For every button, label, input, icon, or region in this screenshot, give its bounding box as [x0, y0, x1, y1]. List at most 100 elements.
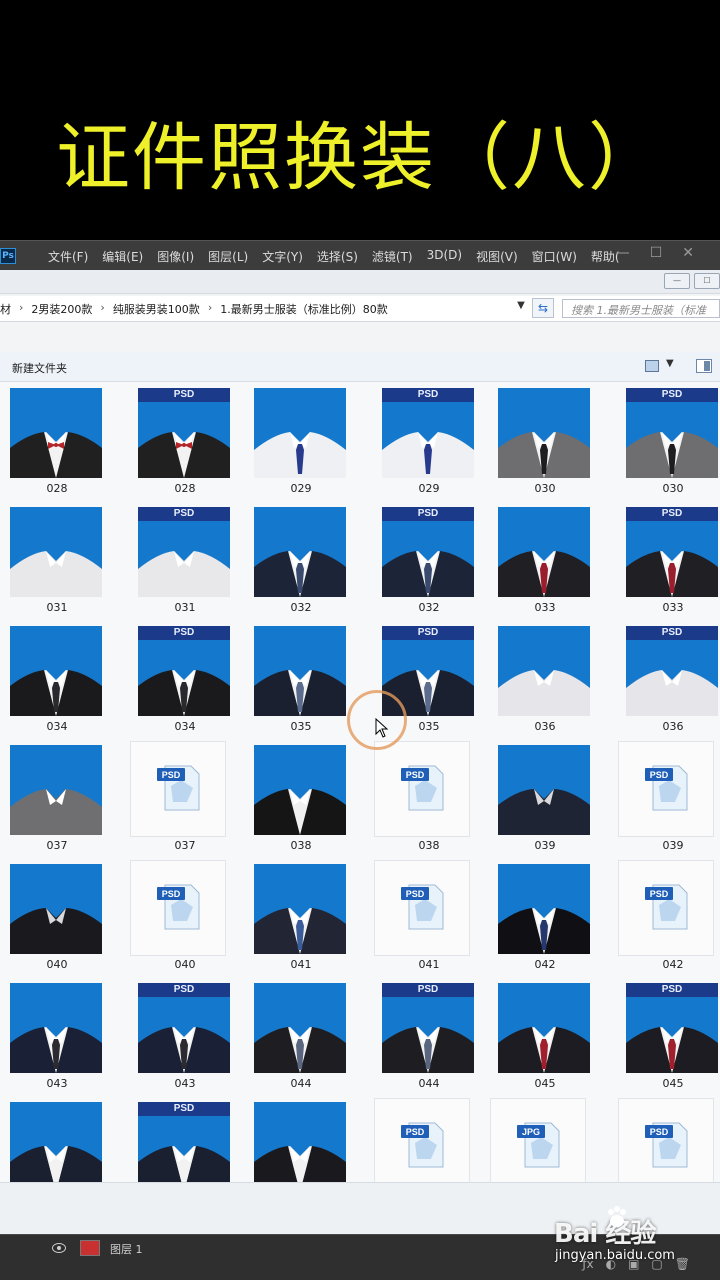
eye-icon[interactable]: [52, 1243, 66, 1253]
menu-item[interactable]: 文字(Y): [262, 248, 303, 265]
file-item[interactable]: PSD 037: [130, 741, 240, 859]
file-thumbnail: PSD: [382, 507, 474, 597]
breadcrumb-item[interactable]: 纯服装男装100款: [113, 301, 200, 317]
file-item[interactable]: PSD 036: [618, 622, 720, 740]
breadcrumb-item[interactable]: 材: [0, 301, 11, 317]
file-thumbnail: PSD: [138, 507, 230, 597]
file-item[interactable]: [246, 1098, 356, 1182]
menu-item[interactable]: 编辑(E): [102, 248, 143, 265]
file-item[interactable]: 044: [246, 979, 356, 1097]
suit-illustration: [498, 670, 590, 716]
breadcrumb-item[interactable]: 1.最新男士服装（标准比例）80款: [220, 301, 388, 317]
menu-item[interactable]: 图层(L): [208, 248, 248, 265]
file-name: 031: [46, 601, 68, 614]
mouse-cursor-icon: [375, 718, 389, 738]
chevron-down-icon[interactable]: ▼: [666, 358, 674, 369]
file-item[interactable]: 033: [490, 503, 600, 621]
refresh-button[interactable]: ⇆: [532, 298, 554, 318]
menu-item[interactable]: 图像(I): [157, 248, 194, 265]
file-name: 042: [534, 958, 556, 971]
file-item[interactable]: PSD: [618, 1098, 720, 1182]
breadcrumb-separator-icon[interactable]: ›: [19, 301, 23, 317]
psd-badge: PSD: [626, 626, 718, 640]
file-item[interactable]: 031: [2, 503, 112, 621]
menu-item[interactable]: 窗口(W): [532, 248, 577, 265]
file-item[interactable]: [2, 1098, 112, 1182]
file-thumbnail: [254, 507, 346, 597]
file-item[interactable]: PSD 045: [618, 979, 720, 1097]
file-thumbnail: [10, 388, 102, 478]
file-item[interactable]: 034: [2, 622, 112, 740]
file-item[interactable]: PSD: [130, 1098, 240, 1182]
file-item[interactable]: PSD 043: [130, 979, 240, 1097]
maximize-button[interactable]: ☐: [694, 273, 720, 289]
file-item[interactable]: PSD 041: [374, 860, 484, 978]
file-item[interactable]: 040: [2, 860, 112, 978]
file-item[interactable]: JPG: [490, 1098, 600, 1182]
suit-illustration: [254, 1146, 346, 1182]
file-item[interactable]: PSD 034: [130, 622, 240, 740]
file-item[interactable]: 037: [2, 741, 112, 859]
file-item[interactable]: 039: [490, 741, 600, 859]
layer-name[interactable]: 图层 1: [110, 1241, 143, 1257]
menu-item[interactable]: 滤镜(T): [372, 248, 413, 265]
menu-item[interactable]: 文件(F): [48, 248, 88, 265]
file-item[interactable]: 030: [490, 384, 600, 502]
file-thumbnail: [254, 1102, 346, 1182]
psd-badge: PSD: [382, 388, 474, 402]
suit-illustration: [254, 908, 346, 954]
maximize-icon[interactable]: ☐: [650, 245, 663, 261]
file-item[interactable]: 032: [246, 503, 356, 621]
svg-text:PSD: PSD: [162, 889, 181, 899]
address-bar[interactable]: 材 › 2男装200款 › 纯服装男装100款 › 1.最新男士服装（标准比例）80款 ▼ …: [0, 296, 720, 322]
file-name: 043: [174, 1077, 196, 1090]
file-item[interactable]: PSD 038: [374, 741, 484, 859]
file-item[interactable]: 038: [246, 741, 356, 859]
breadcrumb-item[interactable]: 2男装200款: [31, 301, 92, 317]
minimize-icon[interactable]: —: [616, 245, 630, 261]
layer-tool-icon[interactable]: 🗑: [675, 1257, 690, 1271]
file-thumbnail: PSD: [626, 626, 718, 716]
view-options-icon[interactable]: [645, 360, 659, 372]
chevron-down-icon[interactable]: ▼: [514, 300, 528, 316]
minimize-button[interactable]: —: [664, 273, 690, 289]
file-item[interactable]: 028: [2, 384, 112, 502]
breadcrumb-separator-icon[interactable]: ›: [100, 301, 104, 317]
file-thumbnail: [498, 864, 590, 954]
file-item[interactable]: PSD 033: [618, 503, 720, 621]
layer-thumbnail[interactable]: [80, 1240, 100, 1256]
close-icon[interactable]: ✕: [682, 245, 694, 261]
file-item[interactable]: 043: [2, 979, 112, 1097]
file-item[interactable]: PSD 040: [130, 860, 240, 978]
new-folder-button[interactable]: 新建文件夹: [12, 360, 67, 376]
file-thumbnail: [498, 745, 590, 835]
preview-pane-icon[interactable]: [696, 359, 712, 373]
file-name: 034: [174, 720, 196, 733]
breadcrumb-separator-icon[interactable]: ›: [208, 301, 212, 317]
file-item[interactable]: 029: [246, 384, 356, 502]
menu-item[interactable]: 视图(V): [476, 248, 518, 265]
file-item[interactable]: PSD 032: [374, 503, 484, 621]
file-item[interactable]: PSD: [374, 1098, 484, 1182]
file-thumbnail: [498, 626, 590, 716]
file-item[interactable]: PSD 028: [130, 384, 240, 502]
file-item[interactable]: 045: [490, 979, 600, 1097]
file-thumbnail: [254, 626, 346, 716]
file-item[interactable]: PSD 042: [618, 860, 720, 978]
psd-badge: PSD: [382, 626, 474, 640]
file-item[interactable]: PSD 039: [618, 741, 720, 859]
menu-item[interactable]: 3D(D): [427, 248, 462, 265]
file-item[interactable]: PSD 030: [618, 384, 720, 502]
file-item[interactable]: 041: [246, 860, 356, 978]
file-thumbnail: PSD: [626, 388, 718, 478]
file-item[interactable]: 036: [490, 622, 600, 740]
file-item[interactable]: PSD 031: [130, 503, 240, 621]
file-thumbnail: [254, 745, 346, 835]
suit-illustration: [254, 1027, 346, 1073]
file-item[interactable]: 042: [490, 860, 600, 978]
menu-item[interactable]: 选择(S): [317, 248, 358, 265]
file-item[interactable]: PSD 029: [374, 384, 484, 502]
search-input[interactable]: 搜索 1.最新男士服装（标准: [562, 299, 720, 318]
file-item[interactable]: PSD 044: [374, 979, 484, 1097]
file-item[interactable]: 035: [246, 622, 356, 740]
